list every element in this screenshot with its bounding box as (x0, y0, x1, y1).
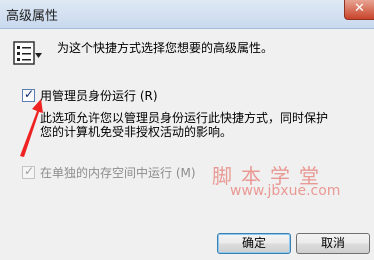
window-title: 高级属性 (6, 9, 59, 24)
dialog-content: 为这个快捷方式选择您想要的高级属性。 ✓ 用管理员身份运行 (R) 此选项允许您… (0, 29, 374, 260)
advanced-properties-dialog: 高级属性 ✕ 为这个快捷方式选择您想要的高级属性。 ✓ 用管理员身份运行 (R)… (0, 0, 374, 260)
annotation-arrow-icon (20, 99, 43, 157)
close-icon: ✕ (354, 1, 365, 16)
cancel-button[interactable]: 取消 (296, 233, 370, 254)
title-bar[interactable]: 高级属性 ✕ (0, 0, 374, 29)
ok-button[interactable]: 确定 (217, 233, 291, 254)
close-button[interactable]: ✕ (344, 0, 374, 20)
